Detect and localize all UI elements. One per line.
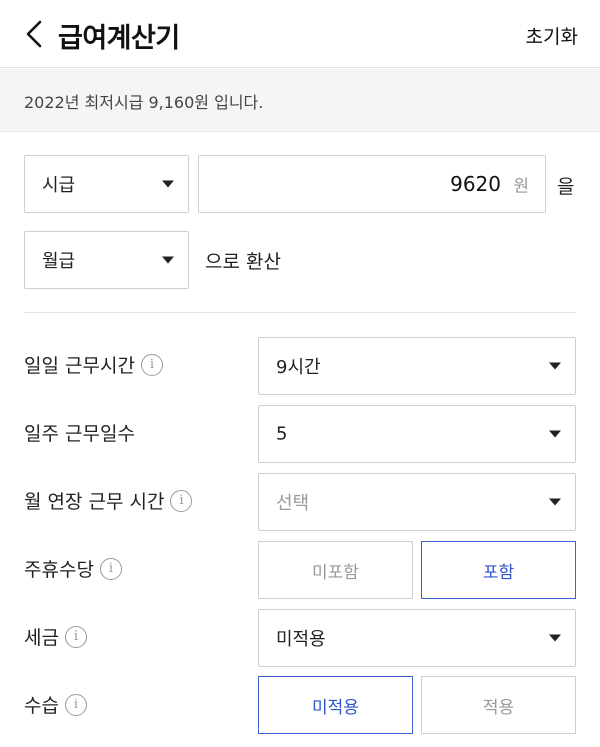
chevron-left-icon: [26, 20, 42, 48]
notice-text: 2022년 최저시급 9,160원 입니다.: [24, 93, 264, 112]
conversion-suffix: 으로 환산: [205, 251, 281, 273]
object-particle: 을: [557, 176, 575, 198]
info-icon[interactable]: i: [170, 489, 193, 512]
probation-not-applied-button[interactable]: 미적용: [258, 676, 413, 734]
probation-label: 수습 i: [24, 691, 87, 718]
from-unit-value: 시급: [42, 175, 76, 196]
info-icon[interactable]: i: [64, 693, 87, 716]
tax-label-text: 세금: [24, 627, 59, 649]
caret-down-icon: [549, 634, 561, 642]
daily-hours-select[interactable]: 9시간: [258, 337, 576, 395]
weekly-days-label: 일주 근무일수: [24, 419, 135, 446]
reset-button[interactable]: 초기화: [526, 22, 578, 49]
info-icon[interactable]: i: [99, 557, 122, 580]
monthly-overtime-placeholder: 선택: [276, 493, 310, 514]
tax-value: 미적용: [276, 629, 326, 650]
holiday-pay-include-button[interactable]: 포함: [421, 541, 576, 599]
amount-input[interactable]: 9620 원: [198, 155, 546, 213]
minimum-wage-notice: 2022년 최저시급 9,160원 입니다.: [0, 69, 600, 132]
daily-hours-label-text: 일일 근무시간: [24, 355, 135, 377]
probation-applied-button[interactable]: 적용: [421, 676, 576, 734]
caret-down-icon: [549, 430, 561, 438]
to-unit-value: 월급: [42, 251, 76, 272]
monthly-overtime-label: 월 연장 근무 시간 i: [24, 487, 193, 514]
tax-select[interactable]: 미적용: [258, 609, 576, 667]
caret-down-icon: [549, 498, 561, 506]
section-divider: [24, 312, 576, 313]
tax-label: 세금 i: [24, 623, 87, 650]
from-unit-select[interactable]: 시급: [24, 155, 189, 213]
amount-value: 9620: [450, 172, 501, 196]
page-title: 급여계산기: [58, 23, 180, 54]
info-icon[interactable]: i: [140, 353, 163, 376]
caret-down-icon: [162, 180, 174, 188]
weekly-holiday-pay-label: 주휴수당 i: [24, 555, 122, 582]
weekly-holiday-pay-label-text: 주휴수당: [24, 559, 94, 581]
app-header: 급여계산기 초기화: [0, 0, 600, 68]
weekly-days-label-text: 일주 근무일수: [24, 423, 135, 445]
daily-hours-label: 일일 근무시간 i: [24, 351, 163, 378]
daily-hours-value: 9시간: [276, 357, 321, 378]
monthly-overtime-select[interactable]: 선택: [258, 473, 576, 531]
back-button[interactable]: [18, 16, 54, 52]
to-unit-select[interactable]: 월급: [24, 231, 189, 289]
weekly-days-select[interactable]: 5: [258, 405, 576, 463]
caret-down-icon: [549, 362, 561, 370]
probation-label-text: 수습: [24, 695, 59, 717]
holiday-pay-exclude-button[interactable]: 미포함: [258, 541, 413, 599]
weekly-days-value: 5: [276, 423, 288, 445]
monthly-overtime-label-text: 월 연장 근무 시간: [24, 491, 165, 513]
amount-currency: 원: [513, 176, 529, 197]
caret-down-icon: [162, 256, 174, 264]
info-icon[interactable]: i: [64, 625, 87, 648]
